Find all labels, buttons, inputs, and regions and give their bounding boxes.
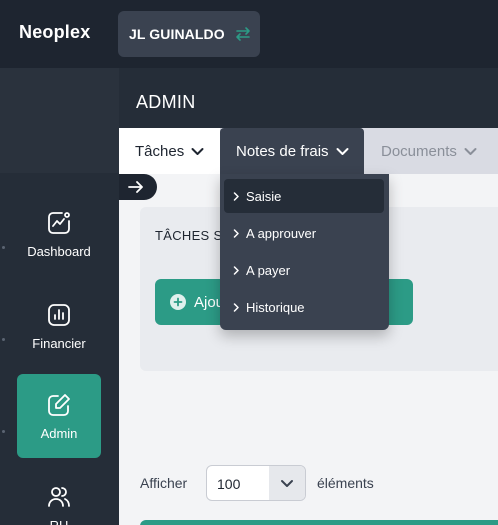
company-switcher[interactable]: JL GUINALDO: [118, 11, 260, 57]
page-size-select[interactable]: 100: [206, 465, 306, 501]
chevron-right-icon: [233, 265, 239, 275]
chevron-right-icon: [233, 191, 239, 201]
menu-item-label: Historique: [246, 299, 305, 315]
chevron-right-icon: [233, 228, 239, 238]
collapse-sidebar-button[interactable]: [119, 174, 157, 200]
menu-item-historique[interactable]: Historique: [224, 290, 384, 324]
sidebar-item-label: RH: [49, 517, 69, 525]
chevron-down-icon: [191, 147, 204, 155]
brand-logo: Neoplex: [19, 22, 91, 42]
swap-arrows-icon: [235, 27, 250, 41]
page-title: ADMIN: [136, 92, 196, 112]
tab-bar: Tâches Notes de frais Documents: [119, 128, 498, 174]
menu-item-label: A approuver: [246, 225, 317, 241]
sidebar-item-rh[interactable]: RH: [17, 466, 101, 525]
users-icon: [48, 486, 70, 507]
bar-chart-icon: [48, 303, 70, 326]
sidebar-item-financier[interactable]: Financier: [17, 284, 101, 368]
edit-icon: [48, 393, 70, 416]
menu-item-label: A payer: [246, 262, 291, 278]
nav-indicator: [2, 430, 5, 433]
panel-title: TÂCHES S: [155, 228, 223, 243]
sidebar-item-label: Financier: [32, 335, 86, 351]
top-bar: Neoplex JL GUINALDO: [0, 0, 498, 68]
sidebar-item-dashboard[interactable]: Dashboard: [17, 192, 101, 276]
tab-documents[interactable]: Documents: [364, 128, 498, 174]
arrow-right-icon: [128, 181, 143, 193]
chevron-right-icon: [233, 302, 239, 312]
tab-notes-de-frais[interactable]: Notes de frais: [220, 128, 364, 174]
menu-item-a-approuver[interactable]: A approuver: [224, 216, 384, 250]
table-header-bar: [140, 520, 498, 525]
notes-de-frais-menu: Saisie A approuver A payer Historique: [220, 174, 389, 330]
sidebar-item-label: Dashboard: [27, 243, 91, 259]
tab-taches[interactable]: Tâches: [119, 128, 220, 174]
show-entries-label: Afficher: [140, 475, 188, 491]
page-size-toggle[interactable]: [269, 466, 305, 500]
sidebar-item-admin[interactable]: Admin: [17, 374, 101, 458]
page-size-value: 100: [217, 476, 241, 492]
tab-label: Tâches: [135, 142, 185, 160]
nav-indicator: [2, 338, 5, 341]
menu-item-label: Saisie: [246, 188, 282, 204]
chart-line-icon: [48, 211, 70, 234]
menu-item-a-payer[interactable]: A payer: [224, 253, 384, 287]
chevron-down-icon: [281, 479, 293, 487]
tab-label: Documents: [381, 142, 457, 160]
sidebar-item-label: Admin: [40, 425, 78, 441]
sidebar-header: [0, 68, 119, 173]
chevron-down-icon: [336, 147, 349, 155]
nav-indicator: [2, 246, 5, 249]
chevron-down-icon: [464, 147, 477, 155]
entries-suffix-label: éléments: [317, 475, 374, 491]
tab-label: Notes de frais: [236, 142, 329, 160]
plus-circle-icon: [170, 294, 186, 310]
menu-item-saisie[interactable]: Saisie: [224, 179, 384, 213]
company-name: JL GUINALDO: [129, 26, 225, 42]
